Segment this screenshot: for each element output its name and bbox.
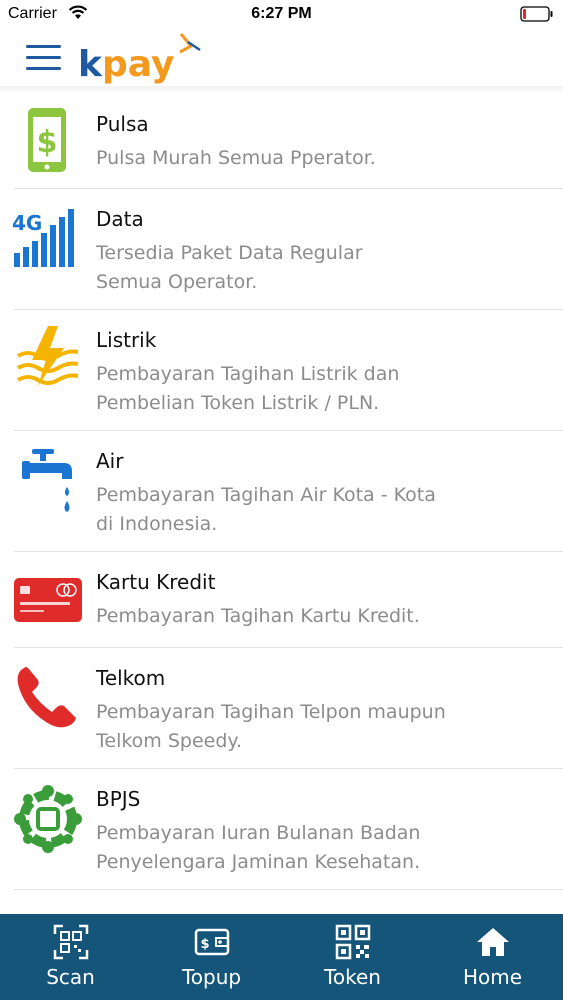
telephone-icon bbox=[17, 667, 77, 728]
kpay-logo: k pay bbox=[78, 33, 201, 85]
logo-pay: pay bbox=[102, 44, 174, 85]
logo-k: k bbox=[78, 44, 103, 85]
lightning-icon bbox=[16, 326, 79, 386]
service-description: Tersedia Paket Data Regular Semua Operat… bbox=[96, 242, 363, 293]
phone-dollar-icon: $ bbox=[28, 108, 66, 172]
service-description: Pulsa Murah Semua Pperator. bbox=[96, 147, 376, 169]
service-title: Telkom bbox=[96, 666, 166, 690]
service-item-air[interactable]: Air Pembayaran Tagihan Air Kota - Kota d… bbox=[0, 431, 563, 552]
qr-code-icon bbox=[335, 924, 370, 960]
tab-token[interactable]: Token bbox=[282, 914, 423, 1000]
bpjs-icon bbox=[14, 785, 82, 853]
tab-label: Scan bbox=[46, 965, 95, 989]
service-item-telkom[interactable]: Telkom Pembayaran Tagihan Telpon maupun … bbox=[0, 648, 563, 769]
service-description: Pembayaran Iuran Bulanan Badan Penyeleng… bbox=[96, 822, 421, 873]
battery-icon bbox=[520, 6, 553, 22]
tab-topup[interactable]: $ Topup bbox=[141, 914, 282, 1000]
wallet-icon: $ bbox=[194, 928, 229, 956]
svg-text:$: $ bbox=[37, 125, 58, 160]
service-title: Kartu Kredit bbox=[96, 570, 216, 594]
app-header: k pay bbox=[0, 30, 563, 90]
status-time: 6:27 PM bbox=[251, 5, 312, 22]
tab-scan[interactable]: Scan bbox=[0, 914, 141, 1000]
service-title: Air bbox=[96, 449, 124, 473]
water-tap-icon bbox=[22, 449, 72, 512]
service-item-pulsa[interactable]: $ Pulsa Pulsa Murah Semua Pperator. bbox=[0, 92, 563, 189]
qr-scan-icon bbox=[53, 924, 88, 960]
service-description: Pembayaran Tagihan Listrik dan Pembelian… bbox=[96, 363, 400, 414]
service-item-data[interactable]: 4G Data Tersedia Paket Data Regular Semu… bbox=[0, 189, 563, 310]
tab-label: Token bbox=[324, 965, 381, 989]
signal-4g-icon: 4G bbox=[12, 209, 74, 267]
home-icon bbox=[476, 928, 509, 956]
svg-text:$: $ bbox=[200, 937, 209, 952]
service-title: BPJS bbox=[96, 787, 141, 811]
bottom-nav: Scan $ Topup Token Home bbox=[0, 914, 563, 1000]
tab-home[interactable]: Home bbox=[422, 914, 563, 1000]
service-description: Pembayaran Tagihan Air Kota - Kota di In… bbox=[96, 484, 436, 535]
tab-label: Home bbox=[462, 965, 523, 989]
svg-text:4G: 4G bbox=[12, 211, 42, 235]
service-item-bpjs[interactable]: BPJS Pembayaran Iuran Bulanan Badan Peny… bbox=[0, 769, 563, 890]
service-description: Pembayaran Tagihan Kartu Kredit. bbox=[96, 605, 420, 627]
service-description: Pembayaran Tagihan Telpon maupun Telkom … bbox=[96, 701, 446, 752]
tab-label: Topup bbox=[181, 965, 242, 989]
service-title: Pulsa bbox=[96, 112, 149, 136]
service-title: Listrik bbox=[96, 328, 157, 352]
service-item-kartu-kredit[interactable]: Kartu Kredit Pembayaran Tagihan Kartu Kr… bbox=[0, 552, 563, 648]
hamburger-menu-icon[interactable] bbox=[26, 43, 62, 73]
service-title: Data bbox=[96, 207, 144, 231]
service-item-listrik[interactable]: Listrik Pembayaran Tagihan Listrik dan P… bbox=[0, 310, 563, 431]
status-bar: Carrier 6:27 PM bbox=[0, 0, 563, 30]
divider bbox=[14, 889, 563, 890]
credit-card-icon bbox=[14, 578, 82, 622]
